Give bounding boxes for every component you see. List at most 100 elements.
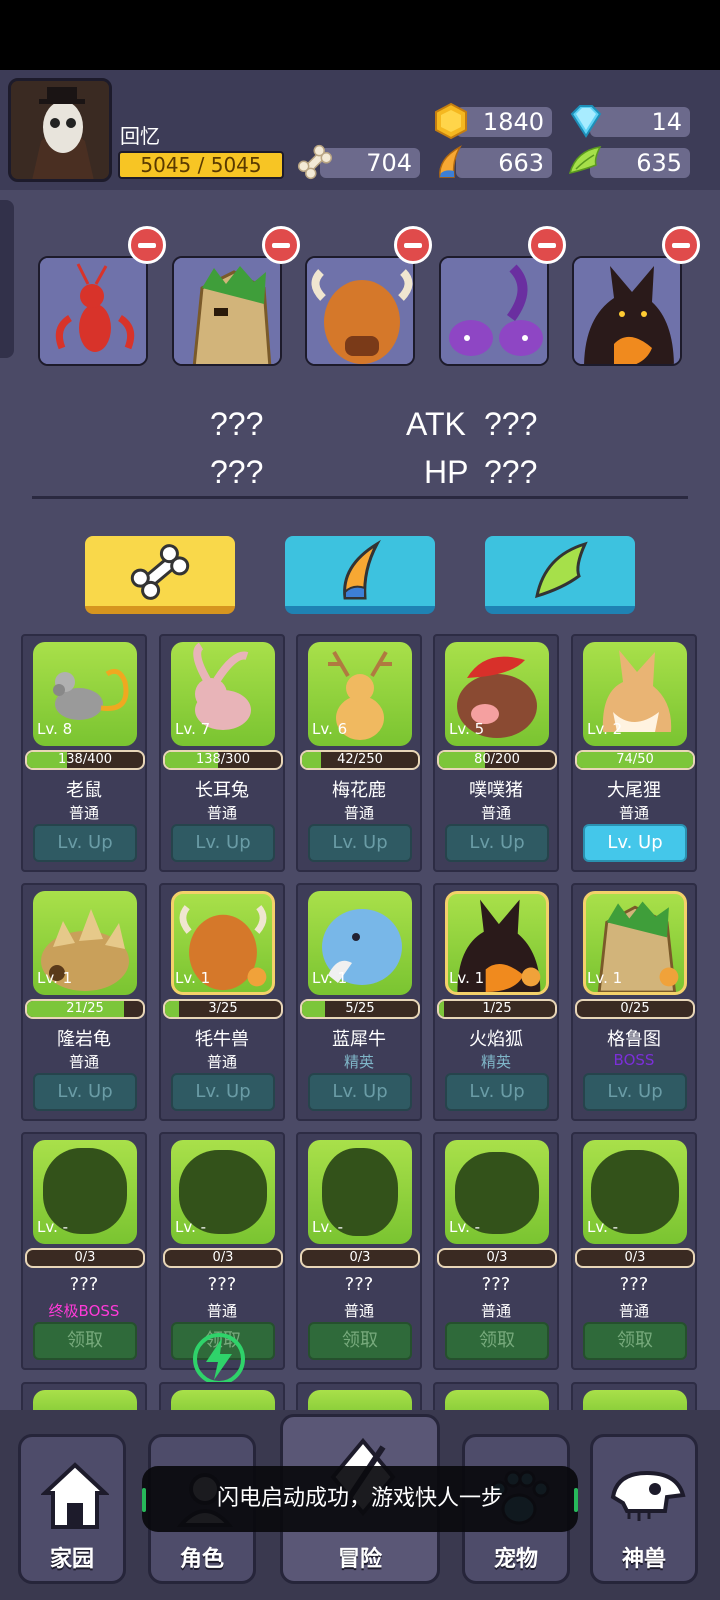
remove-team-slot-2-button[interactable] [262, 226, 300, 264]
diamond-counter: 14 [590, 107, 690, 137]
pet-name: 噗噗猪 [469, 780, 523, 801]
level-up-button[interactable]: Lv. Up [171, 1073, 275, 1111]
pet-level: Lv. 7 [175, 720, 211, 738]
claim-button[interactable]: 领取 [583, 1322, 687, 1360]
bone-counter: 704 [320, 148, 420, 178]
pet-progress-text: 3/25 [208, 1001, 238, 1016]
pet-progress-bar: 5/25 [300, 999, 420, 1019]
horn-icon [343, 539, 381, 600]
pet-level: Lv. - [312, 1218, 344, 1236]
remove-team-slot-4-button[interactable] [528, 226, 566, 264]
horn-feed-tab[interactable] [285, 536, 435, 614]
pet-progress-bar: 0/3 [25, 1248, 145, 1268]
level-up-button[interactable]: Lv. Up [445, 1073, 549, 1111]
pet-card-locked[interactable]: Lv. - 0/3 ??? 普通 领取 [296, 1132, 422, 1370]
pet-name: ??? [619, 1274, 649, 1295]
pet-rarity: 普通 [343, 804, 374, 822]
remove-team-slot-5-button[interactable] [662, 226, 700, 264]
pet-progress-bar: 80/200 [437, 750, 557, 770]
remove-team-slot-1-button[interactable] [128, 226, 166, 264]
remove-team-slot-3-button[interactable] [394, 226, 432, 264]
pet-card[interactable]: Lv. 7 138/300 长耳兔 普通 Lv. Up [159, 634, 285, 872]
team-slot-3[interactable] [305, 256, 415, 366]
claim-button[interactable]: 领取 [445, 1322, 549, 1360]
pet-progress-text: 21/25 [66, 1001, 104, 1016]
pet-progress-bar: 0/25 [575, 999, 695, 1019]
team-slot-1[interactable] [38, 256, 148, 366]
claim-button[interactable]: 领取 [308, 1322, 412, 1360]
pet-progress-text: 138/300 [195, 752, 250, 767]
wing-feed-tab[interactable] [485, 536, 635, 614]
bone-icon [297, 144, 333, 180]
pet-card[interactable]: Lv. 1 5/25 蓝犀牛 精英 Lv. Up [296, 883, 422, 1121]
pet-card-locked[interactable]: Lv. - 0/3 ??? 普通 领取 [571, 1132, 697, 1370]
pet-progress-bar: 21/25 [25, 999, 145, 1019]
level-up-button[interactable]: Lv. Up [33, 824, 137, 862]
nav-adventure-label: 冒险 [337, 1547, 382, 1572]
level-up-button[interactable]: Lv. Up [308, 1073, 412, 1111]
team-slot-4[interactable] [439, 256, 549, 366]
team-stat-row2-left: ??? [210, 454, 264, 490]
pet-progress-text: 0/3 [624, 1250, 646, 1265]
nav-home-tab[interactable]: 家园 [18, 1434, 126, 1584]
pet-progress-text: 5/25 [345, 1001, 375, 1016]
pet-progress-bar: 3/25 [163, 999, 283, 1019]
player-avatar[interactable] [8, 78, 112, 182]
pet-card[interactable]: Lv. 5 80/200 噗噗猪 普通 Lv. Up [433, 634, 559, 872]
pet-rarity: 普通 [206, 804, 237, 822]
pet-level: Lv. 6 [312, 720, 348, 738]
pet-rarity: 精英 [480, 1053, 511, 1071]
pet-rarity: 终极BOSS [48, 1302, 120, 1320]
pet-progress-text: 0/3 [486, 1250, 508, 1265]
dino-skull-icon [610, 1470, 686, 1521]
pet-card[interactable]: Lv. 1 3/25 牦牛兽 普通 Lv. Up [159, 883, 285, 1121]
purple-scorpion-icon [441, 258, 547, 364]
player-hp-bar: 5045 / 5045 [118, 151, 284, 179]
diamond-icon [570, 105, 602, 138]
red-mantis-icon [40, 258, 146, 364]
bone-feed-tab[interactable] [85, 536, 235, 614]
level-up-button[interactable]: Lv. Up [33, 1073, 137, 1111]
gold-coin-icon [435, 102, 467, 140]
nav-pet-label: 宠物 [493, 1547, 538, 1572]
pet-level: Lv. 1 [175, 969, 211, 987]
nav-home-label: 家园 [49, 1547, 94, 1572]
yak-icon [307, 258, 413, 364]
level-up-button[interactable]: Lv. Up [445, 824, 549, 862]
lightning-boost-icon[interactable] [192, 1332, 246, 1386]
team-slot-5[interactable] [572, 256, 682, 366]
level-up-button[interactable]: Lv. Up [171, 824, 275, 862]
pet-progress-bar: 74/50 [575, 750, 695, 770]
pet-progress-bar: 0/3 [437, 1248, 557, 1268]
pet-rarity: 普通 [480, 1302, 511, 1320]
pet-progress-bar: 138/300 [163, 750, 283, 770]
pet-progress-text: 42/250 [337, 752, 383, 767]
wing-icon [568, 146, 602, 175]
pet-level: Lv. 1 [37, 969, 73, 987]
player-name: 回忆 [120, 124, 160, 148]
level-up-button[interactable]: Lv. Up [583, 1073, 687, 1111]
home-icon [41, 1462, 109, 1529]
top-bar: 回忆 5045 / 5045 1840 14 704 663 635 [0, 70, 720, 190]
pet-card[interactable]: Lv. 1 0/25 格鲁图 BOSS Lv. Up [571, 883, 697, 1121]
pet-name: 蓝犀牛 [332, 1029, 386, 1050]
pet-rarity: 普通 [206, 1053, 237, 1071]
pet-card-locked[interactable]: Lv. - 0/3 ??? 终极BOSS 领取 [21, 1132, 147, 1370]
pet-card[interactable]: Lv. 8 138/400 老鼠 普通 Lv. Up [21, 634, 147, 872]
claim-button[interactable]: 领取 [33, 1322, 137, 1360]
nav-beast-label: 神兽 [621, 1547, 666, 1572]
pet-card[interactable]: Lv. 2 74/50 大尾狸 普通 Lv. Up [571, 634, 697, 872]
pet-level: Lv. 5 [449, 720, 485, 738]
team-slot-2[interactable] [172, 256, 282, 366]
pet-name: 老鼠 [66, 780, 102, 801]
pet-card[interactable]: Lv. 6 42/250 梅花鹿 普通 Lv. Up [296, 634, 422, 872]
level-up-button[interactable]: Lv. Up [583, 824, 687, 862]
pet-card[interactable]: Lv. 1 21/25 隆岩龟 普通 Lv. Up [21, 883, 147, 1121]
side-drawer-handle[interactable] [0, 200, 14, 358]
pet-card[interactable]: Lv. 1 1/25 火焰狐 精英 Lv. Up [433, 883, 559, 1121]
pet-name: ??? [481, 1274, 511, 1295]
nav-beast-tab[interactable]: 神兽 [590, 1434, 698, 1584]
pet-card-locked[interactable]: Lv. - 0/3 ??? 普通 领取 [433, 1132, 559, 1370]
level-up-button[interactable]: Lv. Up [308, 824, 412, 862]
pet-progress-text: 1/25 [482, 1001, 512, 1016]
